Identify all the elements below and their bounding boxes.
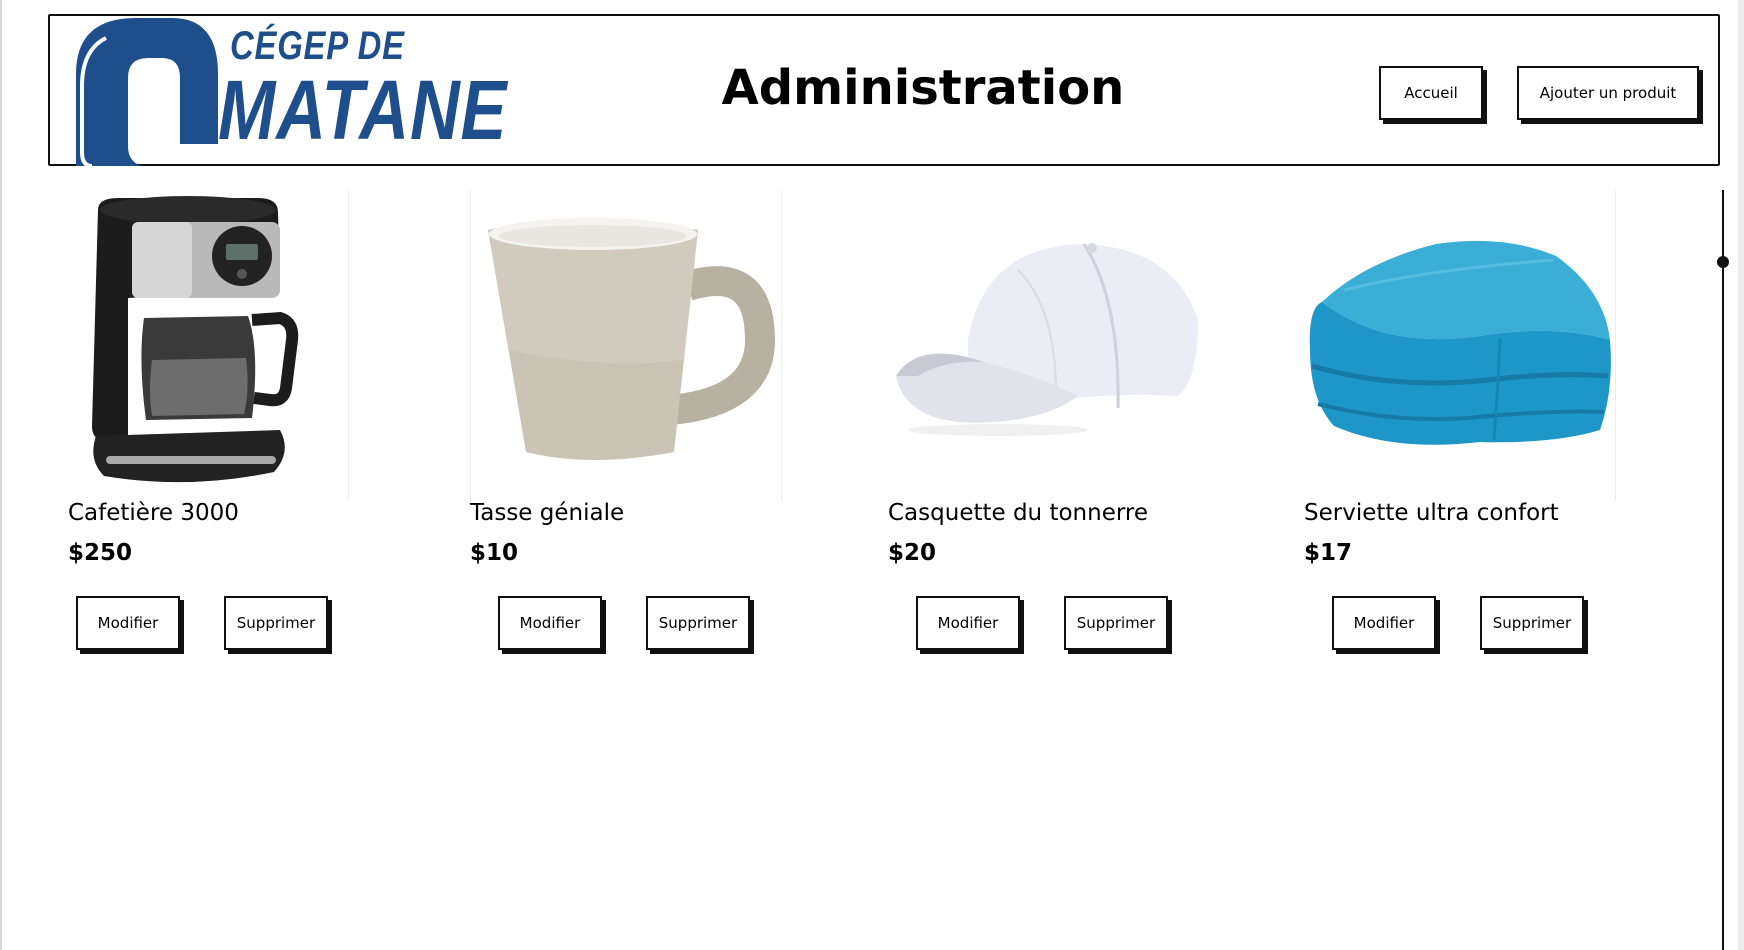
scrollbar-track[interactable]: [1722, 190, 1724, 950]
coffee-maker-image: [48, 190, 360, 500]
cap-image: [888, 190, 1200, 500]
product-image: [470, 190, 782, 500]
window-left-edge: [0, 0, 2, 950]
page-title: Administration: [721, 60, 1125, 116]
product-name: Tasse géniale: [470, 500, 625, 526]
delete-product-button[interactable]: Supprimer: [1064, 596, 1168, 650]
product-name: Casquette du tonnerre: [888, 500, 1148, 526]
product-name: Cafetière 3000: [68, 500, 239, 526]
logo-arch-icon: [76, 18, 218, 168]
edit-product-button[interactable]: Modifier: [498, 596, 602, 650]
product-image: [1304, 190, 1616, 500]
product-image: [48, 190, 360, 500]
scrollbar-thumb[interactable]: [1717, 256, 1729, 268]
cegep-logo[interactable]: CÉGEP DE MATANE: [68, 16, 506, 172]
mug-image: [470, 190, 782, 500]
product-image: [888, 190, 1200, 500]
product-card: Casquette du tonnerre $20 Modifier Suppr…: [888, 190, 1248, 650]
edit-product-button[interactable]: Modifier: [916, 596, 1020, 650]
blanket-image: [1304, 190, 1616, 500]
add-product-button[interactable]: Ajouter un produit: [1517, 66, 1699, 120]
product-price: $20: [888, 540, 937, 566]
product-card: Serviette ultra confort $17 Modifier Sup…: [1304, 190, 1664, 650]
logo-text-line2: MATANE: [218, 63, 508, 157]
product-price: $17: [1304, 540, 1353, 566]
product-name: Serviette ultra confort: [1304, 500, 1559, 526]
window-right-edge: [1738, 0, 1744, 950]
product-price: $10: [470, 540, 519, 566]
delete-product-button[interactable]: Supprimer: [1480, 596, 1584, 650]
edit-product-button[interactable]: Modifier: [76, 596, 180, 650]
product-card: Cafetière 3000 $250 Modifier Supprimer: [48, 190, 408, 650]
product-price: $250: [68, 540, 133, 566]
delete-product-button[interactable]: Supprimer: [224, 596, 328, 650]
delete-product-button[interactable]: Supprimer: [646, 596, 750, 650]
edit-product-button[interactable]: Modifier: [1332, 596, 1436, 650]
home-button[interactable]: Accueil: [1379, 66, 1483, 120]
product-card: Tasse géniale $10 Modifier Supprimer: [470, 190, 830, 650]
header-bar: CÉGEP DE MATANE Administration Accueil A…: [48, 14, 1720, 168]
